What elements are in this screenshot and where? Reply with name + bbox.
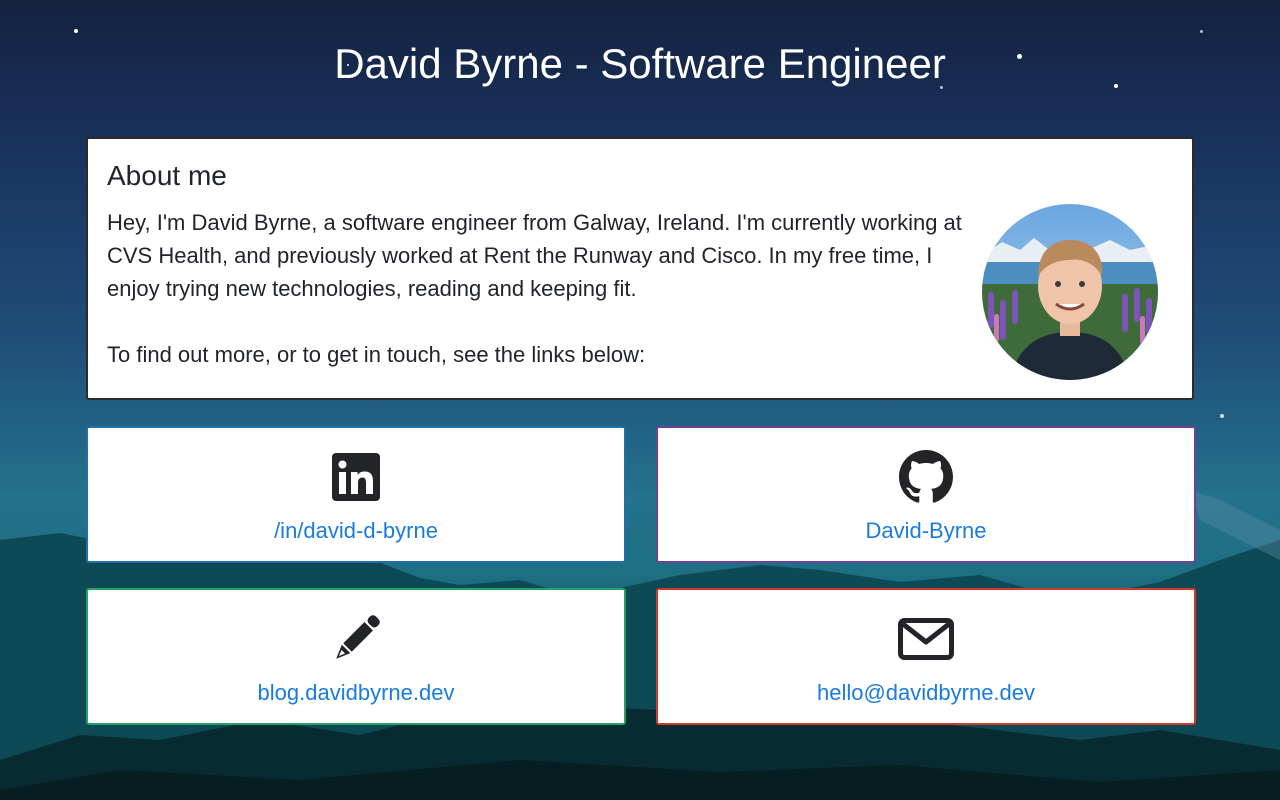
linkedin-link-card[interactable]: /in/david-d-byrne [86,426,626,563]
page-title: David Byrne - Software Engineer [334,40,946,87]
pencil-icon [328,610,384,668]
blog-link-card[interactable]: blog.davidbyrne.dev [86,588,626,725]
github-link-label[interactable]: David-Byrne [865,518,986,544]
star [1200,30,1203,33]
star [1220,414,1224,418]
about-text: Hey, I'm David Byrne, a software enginee… [107,206,977,371]
blog-link-label[interactable]: blog.davidbyrne.dev [258,680,455,706]
star [74,29,78,33]
about-heading: About me [107,160,227,191]
github-icon [899,448,953,506]
linkedin-link-label[interactable]: /in/david-d-byrne [274,518,438,544]
github-link-card[interactable]: David-Byrne [656,426,1196,563]
linkedin-icon [332,448,380,506]
profile-photo [982,204,1158,380]
avatar [982,204,1158,380]
about-card: About me Hey, I'm David Byrne, a softwar… [86,137,1194,400]
envelope-icon [898,610,954,668]
about-paragraph-links: To find out more, or to get in touch, se… [107,342,646,367]
email-link-card[interactable]: hello@davidbyrne.dev [656,588,1196,725]
about-paragraph-intro: Hey, I'm David Byrne, a software enginee… [107,210,962,301]
email-link-label[interactable]: hello@davidbyrne.dev [817,680,1035,706]
